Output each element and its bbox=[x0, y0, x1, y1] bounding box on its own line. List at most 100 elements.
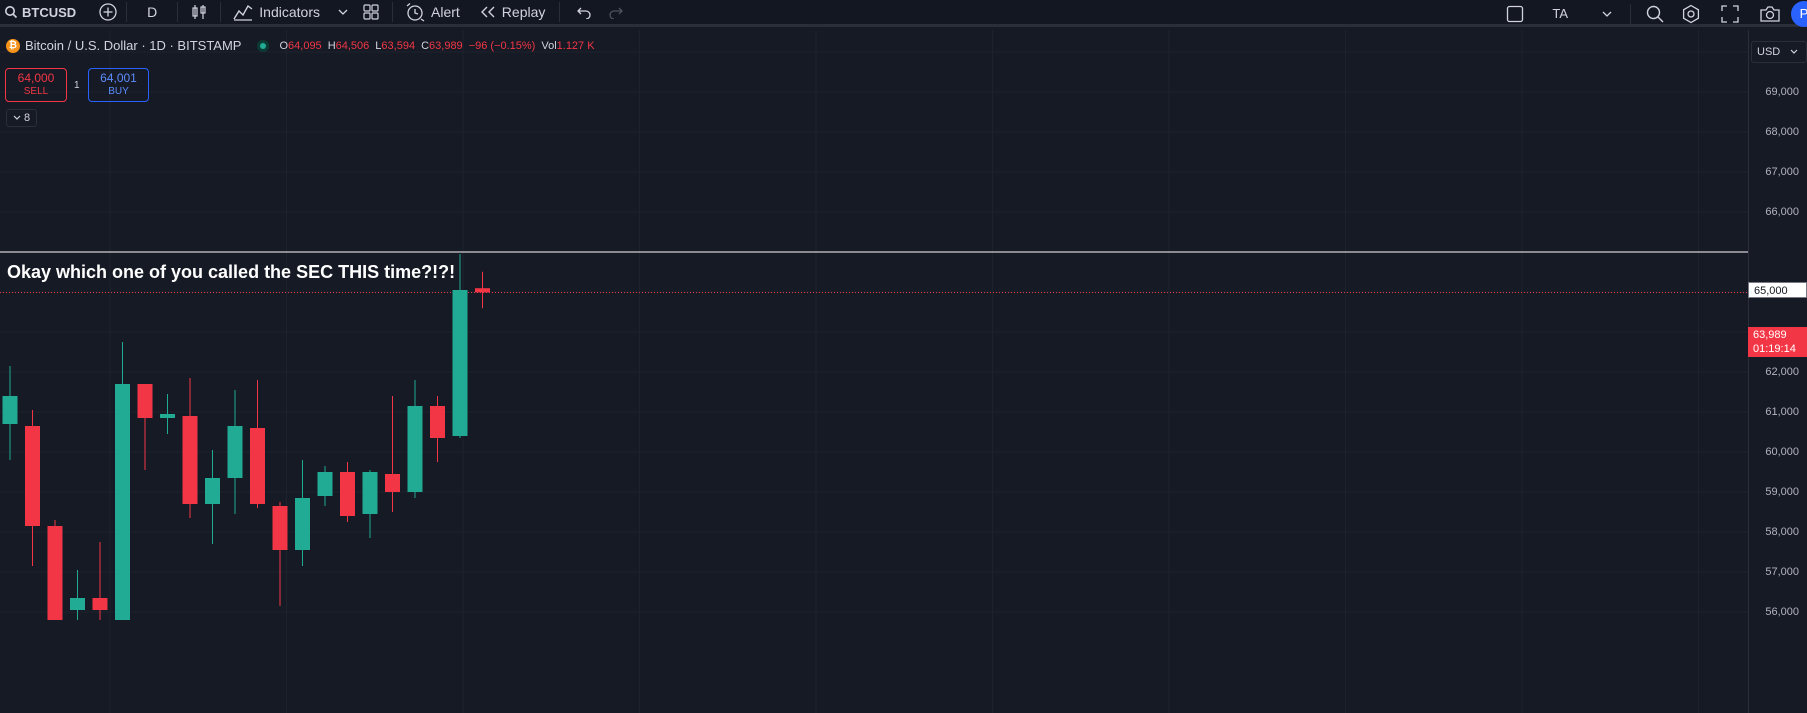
indicators-count: 8 bbox=[23, 112, 31, 124]
buy-button[interactable]: 64,001 BUY bbox=[88, 68, 149, 102]
replay-label: Replay bbox=[501, 4, 546, 20]
symbol-label: BTCUSD bbox=[22, 4, 77, 20]
bitcoin-logo-glyph: ₿ bbox=[8, 40, 18, 51]
price-axis-tick: 61,000 bbox=[1765, 406, 1799, 418]
candle-body bbox=[295, 498, 310, 550]
candle-body bbox=[452, 290, 468, 436]
redo-icon bbox=[609, 7, 624, 19]
alert-button[interactable]: Alert bbox=[401, 0, 464, 26]
fullscreen-icon bbox=[1721, 4, 1739, 23]
price-axis-tick: 56,000 bbox=[1765, 606, 1799, 618]
search-icon bbox=[5, 6, 18, 19]
ta-label: TA bbox=[1552, 6, 1568, 21]
compare-symbol-button[interactable] bbox=[98, 0, 118, 26]
replay-button[interactable]: Replay bbox=[464, 0, 552, 26]
open-value: 64,095 bbox=[288, 39, 322, 52]
buy-price: 64,001 bbox=[100, 71, 137, 85]
price-axis-tick: 58,000 bbox=[1765, 526, 1799, 538]
candle-body bbox=[70, 598, 85, 610]
alert-label: Alert bbox=[431, 4, 460, 20]
snapshot-button[interactable] bbox=[1749, 0, 1791, 27]
candle-body bbox=[137, 384, 153, 418]
chart-type-button[interactable] bbox=[186, 0, 212, 26]
candle-body bbox=[205, 478, 220, 504]
avatar-initial: P bbox=[1799, 6, 1807, 21]
volume-label: Vol bbox=[541, 39, 557, 52]
chart-legend: ₿ Bitcoin / U.S. Dollar · 1D · BITSTAMP … bbox=[6, 38, 595, 53]
toolbar-right-group: TA P bbox=[1492, 0, 1807, 27]
user-avatar[interactable]: P bbox=[1791, 0, 1807, 27]
change-value: −96 (−0.15%) bbox=[468, 39, 536, 52]
plus-circle-icon bbox=[99, 3, 117, 21]
candlestick-chart[interactable] bbox=[0, 30, 1748, 713]
chart-pane[interactable] bbox=[0, 30, 1748, 713]
bar-countdown: 01:19:14 bbox=[1753, 343, 1796, 355]
price-axis-tick: 62,000 bbox=[1765, 366, 1799, 378]
symbol-search-button[interactable]: BTCUSD bbox=[0, 0, 76, 26]
open-label: O bbox=[279, 39, 289, 52]
legend-title[interactable]: Bitcoin / U.S. Dollar · 1D · BITSTAMP bbox=[25, 38, 241, 53]
chevron-down-icon bbox=[338, 9, 348, 15]
full-chart-button[interactable] bbox=[1492, 0, 1538, 27]
rewind-icon bbox=[480, 6, 495, 18]
order-quantity[interactable]: 1 bbox=[74, 80, 80, 91]
candle-body bbox=[317, 472, 333, 496]
settings-button[interactable] bbox=[1671, 0, 1711, 27]
volume-value: 1.127 K bbox=[556, 39, 595, 52]
toolbar-divider bbox=[392, 2, 393, 22]
undo-icon bbox=[577, 7, 592, 19]
candle-body bbox=[250, 428, 265, 504]
ta-button[interactable]: TA bbox=[1538, 0, 1592, 27]
undo-button[interactable] bbox=[568, 0, 600, 26]
sell-label: SELL bbox=[23, 86, 49, 97]
square-icon bbox=[1507, 5, 1524, 22]
close-label: C bbox=[421, 39, 430, 52]
candle-body bbox=[407, 406, 423, 492]
toolbar-divider bbox=[220, 2, 222, 22]
gear-icon bbox=[1682, 4, 1700, 23]
high-value: 64,506 bbox=[335, 39, 370, 52]
candle-body bbox=[272, 506, 288, 550]
fullscreen-button[interactable] bbox=[1711, 0, 1749, 27]
indicators-button[interactable]: Indicators bbox=[229, 0, 324, 26]
magnifier-icon bbox=[1646, 5, 1664, 22]
redo-button[interactable] bbox=[600, 0, 632, 26]
current-price-label: 63,989 01:19:14 bbox=[1748, 327, 1807, 357]
candle-body bbox=[92, 598, 108, 610]
interval-label: D bbox=[147, 4, 158, 20]
price-axis-tick: 67,000 bbox=[1765, 166, 1799, 178]
price-axis-tick: 66,000 bbox=[1765, 206, 1799, 218]
price-axis-tick: 59,000 bbox=[1765, 486, 1799, 498]
chevron-down-icon bbox=[13, 115, 21, 120]
bitcoin-logo-icon: ₿ bbox=[6, 38, 20, 53]
candle-body bbox=[362, 472, 378, 514]
candle-body bbox=[160, 414, 175, 418]
quick-search-button[interactable] bbox=[1639, 0, 1671, 27]
horizontal-line-price-label: 65,000 bbox=[1748, 282, 1807, 298]
sell-button[interactable]: 64,000 SELL bbox=[5, 68, 67, 102]
current-price-value: 63,989 bbox=[1753, 329, 1787, 341]
price-axis[interactable]: 69,00068,00067,00066,00063,00062,00061,0… bbox=[1748, 30, 1807, 713]
currency-selector[interactable]: USD bbox=[1751, 41, 1807, 63]
toolbar-divider bbox=[559, 2, 561, 22]
currency-label: USD bbox=[1757, 46, 1781, 58]
ta-dropdown-button[interactable] bbox=[1592, 0, 1622, 27]
chart-annotation-text[interactable]: Okay which one of you called the SEC THI… bbox=[7, 262, 455, 283]
candle-body bbox=[475, 288, 490, 293]
interval-button[interactable]: D bbox=[135, 0, 169, 26]
candle-body bbox=[227, 426, 243, 478]
toolbar-divider bbox=[177, 2, 179, 22]
alarm-clock-icon bbox=[406, 3, 425, 22]
candle-body bbox=[430, 406, 445, 438]
top-toolbar: BTCUSD D Indicators Alert Replay TA P bbox=[0, 0, 1807, 27]
candle-body bbox=[340, 472, 355, 516]
candle-body bbox=[47, 526, 63, 620]
toolbar-divider bbox=[1630, 3, 1631, 24]
market-status-icon[interactable] bbox=[257, 39, 270, 52]
indicators-label: Indicators bbox=[259, 4, 320, 20]
high-label: H bbox=[327, 39, 336, 52]
indicators-icon bbox=[233, 4, 253, 21]
indicators-dropdown-button[interactable] bbox=[324, 0, 358, 26]
indicators-collapse-toggle[interactable]: 8 bbox=[6, 109, 37, 127]
layout-button[interactable] bbox=[358, 0, 384, 26]
